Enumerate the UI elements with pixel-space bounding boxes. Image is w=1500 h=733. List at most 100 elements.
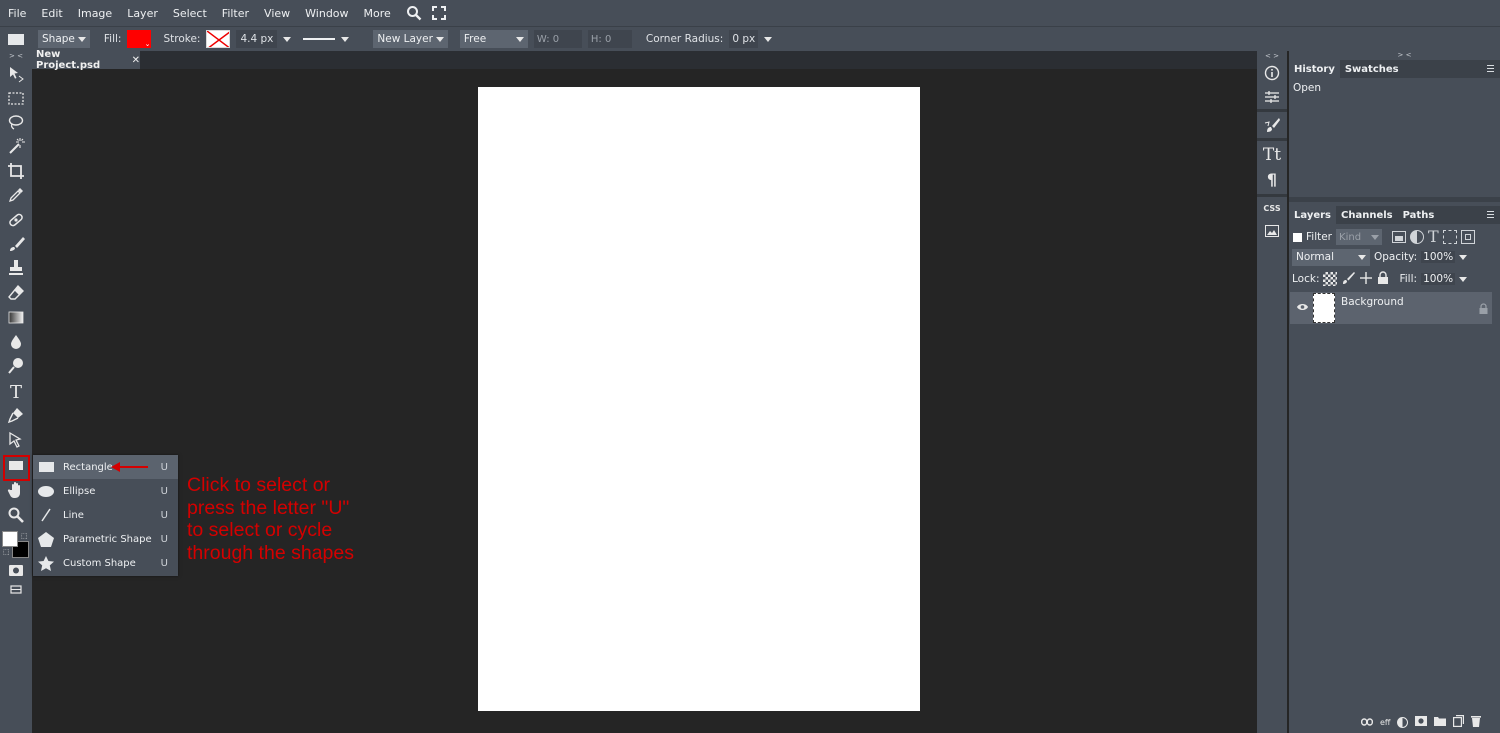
adjustments-icon[interactable]	[1261, 86, 1283, 108]
shape-mode-dropdown[interactable]: Shape	[38, 30, 90, 48]
menu-window[interactable]: Window	[305, 7, 348, 20]
stroke-width-value[interactable]: 4.4 px	[236, 30, 278, 48]
stroke-width-chevron-icon[interactable]	[283, 36, 292, 42]
tab-channels[interactable]: Channels	[1336, 206, 1398, 224]
new-layer-icon[interactable]	[1453, 714, 1465, 730]
flyout-item-parametric-shape[interactable]: Parametric Shape U	[33, 528, 178, 552]
blend-mode-dropdown[interactable]: Normal	[1292, 248, 1370, 266]
history-item[interactable]: Open	[1293, 82, 1321, 94]
flyout-item-custom-shape[interactable]: Custom Shape U	[33, 552, 178, 576]
flyout-item-rectangle[interactable]: Rectangle U	[33, 455, 178, 480]
stroke-style-dropdown[interactable]	[303, 36, 350, 42]
filter-text-icon[interactable]: T	[1428, 229, 1439, 245]
filter-shape-icon[interactable]	[1442, 230, 1457, 244]
eye-icon[interactable]	[1296, 302, 1309, 315]
stroke-color-swatch[interactable]	[206, 30, 231, 48]
fill-color-swatch[interactable]: ⌄	[127, 30, 152, 48]
layer-row[interactable]: Background	[1290, 292, 1492, 324]
width-field[interactable]: W: 0	[533, 30, 582, 48]
hand-tool[interactable]	[4, 479, 28, 501]
kind-dropdown[interactable]: Kind	[1336, 229, 1383, 245]
corner-radius-value[interactable]: 0 px	[729, 30, 759, 48]
filter-smart-object-icon[interactable]	[1460, 230, 1475, 244]
brush-settings-icon[interactable]	[1261, 114, 1283, 136]
fill-value[interactable]: 100%	[1421, 273, 1456, 285]
menu-view[interactable]: View	[264, 7, 290, 20]
flyout-item-line[interactable]: Line U	[33, 503, 178, 527]
swap-colors-icon[interactable]: ⬚	[21, 532, 28, 540]
default-colors-icon[interactable]: ⬚	[3, 548, 10, 556]
magic-wand-tool[interactable]	[4, 135, 28, 157]
menu-filter[interactable]: Filter	[222, 7, 249, 20]
layer-mask-icon[interactable]	[1415, 715, 1428, 729]
path-selection-tool[interactable]	[4, 429, 28, 451]
opacity-chevron-icon[interactable]	[1459, 254, 1468, 260]
pen-tool[interactable]	[4, 404, 28, 426]
lasso-icon	[8, 115, 24, 130]
tab-swatches[interactable]: Swatches	[1340, 60, 1404, 78]
healing-brush-tool[interactable]	[4, 209, 28, 231]
menu-image[interactable]: Image	[78, 7, 112, 20]
panel-menu-icon[interactable]	[1487, 65, 1494, 74]
search-icon[interactable]	[406, 5, 422, 21]
zoom-tool[interactable]	[4, 504, 28, 526]
menu-file[interactable]: File	[8, 7, 26, 20]
corner-radius-chevron-icon[interactable]	[764, 36, 773, 42]
flyout-item-ellipse[interactable]: Ellipse U	[33, 479, 178, 503]
fill-chevron-icon[interactable]	[1459, 276, 1468, 282]
clone-stamp-tool[interactable]	[4, 257, 28, 279]
ellipse-icon	[37, 484, 55, 498]
adjustment-layer-icon[interactable]	[1397, 716, 1409, 728]
tab-layers[interactable]: Layers	[1289, 206, 1336, 224]
close-icon[interactable]: ✕	[132, 55, 140, 66]
css-icon[interactable]: CSS	[1261, 197, 1283, 219]
lasso-tool[interactable]	[4, 111, 28, 133]
opacity-value[interactable]: 100%	[1421, 251, 1456, 263]
link-layers-icon[interactable]	[1360, 716, 1374, 729]
menu-layer[interactable]: Layer	[127, 7, 158, 20]
filter-checkbox[interactable]	[1293, 232, 1302, 242]
tab-paths[interactable]: Paths	[1398, 206, 1440, 224]
menu-edit[interactable]: Edit	[41, 7, 62, 20]
marquee-tool[interactable]	[4, 87, 28, 109]
flyout-item-label: Ellipse	[63, 485, 96, 497]
collapse-toolbar-toggle[interactable]: > <	[0, 51, 32, 61]
delete-layer-icon[interactable]	[1471, 715, 1482, 730]
new-group-icon[interactable]	[1434, 716, 1447, 729]
menu-select[interactable]: Select	[173, 7, 207, 20]
filter-adjustment-icon[interactable]	[1410, 230, 1425, 244]
info-icon[interactable]	[1261, 62, 1283, 84]
paragraph-icon[interactable]: ¶	[1261, 168, 1283, 190]
filter-image-icon[interactable]	[1392, 231, 1407, 243]
character-icon[interactable]: Tt	[1261, 143, 1283, 165]
move-tool[interactable]	[4, 63, 28, 85]
document-tab[interactable]: New Project.psd ✕	[32, 49, 140, 71]
crop-tool[interactable]	[4, 160, 28, 182]
lock-all-icon[interactable]	[1377, 270, 1389, 288]
screen-mode-button[interactable]	[4, 578, 28, 600]
tab-history[interactable]: History	[1289, 60, 1340, 78]
type-tool[interactable]: T	[4, 380, 28, 402]
dodge-tool[interactable]	[4, 355, 28, 377]
gradient-tool[interactable]	[4, 306, 28, 328]
layer-mode-dropdown[interactable]: New Layer	[373, 30, 448, 48]
foreground-color-swatch[interactable]	[2, 531, 18, 547]
layer-effects-button[interactable]: eff	[1380, 718, 1390, 727]
lock-transparency-icon[interactable]	[1323, 272, 1338, 286]
lock-paint-icon[interactable]	[1341, 271, 1356, 288]
size-mode-dropdown[interactable]: Free	[459, 30, 528, 48]
lock-position-icon[interactable]	[1359, 271, 1373, 288]
image-icon[interactable]	[1261, 220, 1283, 242]
eyedropper-tool[interactable]	[4, 184, 28, 206]
fullscreen-icon[interactable]	[431, 6, 446, 20]
menu-more[interactable]: More	[364, 7, 391, 20]
blur-tool[interactable]	[4, 331, 28, 353]
document-canvas[interactable]	[478, 87, 920, 711]
layer-name[interactable]: Background	[1341, 296, 1404, 308]
brush-tool[interactable]	[4, 233, 28, 255]
height-field[interactable]: H: 0	[587, 30, 632, 48]
eraser-tool[interactable]	[4, 282, 28, 304]
collapse-strip-toggle[interactable]: < >	[1257, 51, 1287, 61]
collapse-panels-toggle[interactable]: > <	[1289, 51, 1500, 60]
panel-menu-icon[interactable]	[1487, 211, 1494, 220]
